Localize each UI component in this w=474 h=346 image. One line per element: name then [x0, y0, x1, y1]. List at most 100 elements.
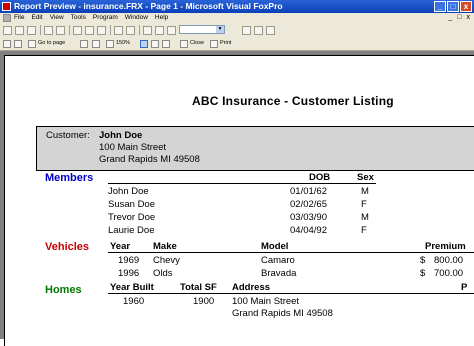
last-page-button[interactable]	[92, 37, 102, 50]
four-pages-button[interactable]	[162, 37, 172, 50]
print-preview-toolbar: Go to page 150% Close Print	[0, 37, 474, 51]
member-dob: 02/02/65	[290, 199, 327, 210]
title-bar: Report Preview - insurance.FRX - Page 1 …	[0, 0, 474, 13]
doc-window-controls: _ □ x	[448, 13, 470, 23]
window-title: Report Preview - insurance.FRX - Page 1 …	[14, 1, 283, 11]
menu-help[interactable]: Help	[155, 13, 168, 23]
customer-name: John Doe	[99, 130, 143, 141]
homes-header-rule	[108, 293, 474, 294]
app-icon	[2, 2, 11, 11]
vehicle-make: Olds	[153, 268, 173, 279]
homes-header-premium: P	[461, 282, 468, 293]
menu-view[interactable]: View	[50, 13, 64, 23]
homes-header-year-built: Year Built	[110, 282, 154, 293]
member-sex: F	[361, 225, 367, 236]
toolbar-separator	[139, 25, 140, 35]
maximize-button[interactable]: □	[447, 1, 459, 12]
one-page-button[interactable]	[140, 37, 150, 50]
vehicles-header-model: Model	[261, 241, 289, 252]
doc-close-button[interactable]: x	[467, 13, 471, 23]
next-page-button[interactable]	[80, 37, 90, 50]
vehicle-premium-currency: $	[420, 255, 426, 266]
one-page-icon	[140, 39, 148, 48]
vehicle-premium: 700.00	[434, 268, 464, 279]
standard-toolbar: ▼	[0, 23, 474, 38]
member-dob: 03/03/90	[290, 212, 327, 223]
open-icon[interactable]	[15, 25, 24, 35]
vehicles-header-rule	[108, 252, 474, 253]
members-header-rule	[108, 183, 376, 184]
undo-icon[interactable]	[114, 25, 123, 35]
data-session-icon[interactable]	[254, 25, 263, 35]
command-window-icon[interactable]	[242, 25, 251, 35]
menu-edit[interactable]: Edit	[31, 13, 42, 23]
doc-minimize-button[interactable]: _	[448, 13, 452, 23]
member-sex: F	[361, 199, 367, 210]
vehicle-year: 1969	[118, 255, 140, 266]
menu-window[interactable]: Window	[125, 13, 148, 23]
report-page: ABC Insurance - Customer Listing Custome…	[4, 55, 474, 346]
minimize-button[interactable]: _	[434, 1, 446, 12]
previous-page-icon	[14, 39, 22, 48]
paste-icon[interactable]	[97, 25, 106, 35]
redo-icon[interactable]	[126, 25, 135, 35]
doc-restore-button[interactable]: □	[457, 13, 461, 23]
goto-page-icon	[28, 39, 36, 48]
vehicles-header-premium: Premium	[425, 241, 466, 252]
two-pages-button[interactable]	[151, 37, 161, 50]
zoom-button[interactable]: 150%	[106, 37, 130, 50]
home-address-line2: Grand Rapids MI 49508	[232, 308, 333, 319]
cut-icon[interactable]	[73, 25, 82, 35]
first-page-button[interactable]	[3, 37, 13, 50]
report-title: ABC Insurance - Customer Listing	[192, 94, 394, 108]
menu-file[interactable]: File	[14, 13, 24, 23]
two-pages-icon	[151, 39, 159, 48]
member-name: Trevor Doe	[108, 212, 156, 223]
run-icon[interactable]	[143, 25, 152, 35]
member-dob: 01/01/62	[290, 186, 327, 197]
member-sex: M	[361, 212, 369, 223]
vehicle-model: Bravada	[261, 268, 297, 279]
printer-icon	[210, 39, 218, 48]
window-controls: _ □ x	[434, 1, 472, 12]
database-combo[interactable]: ▼	[179, 25, 225, 34]
member-name: John Doe	[108, 186, 149, 197]
customer-label: Customer:	[46, 130, 90, 141]
close-button[interactable]: x	[460, 1, 472, 12]
home-address-line1: 100 Main Street	[232, 296, 300, 307]
help-icon[interactable]	[266, 25, 275, 35]
goto-page-button[interactable]: Go to page	[28, 37, 65, 50]
member-name: Susan Doe	[108, 199, 156, 210]
menu-bar: File Edit View Tools Program Window Help…	[0, 13, 474, 23]
print-icon[interactable]	[44, 25, 53, 35]
new-icon[interactable]	[3, 25, 12, 35]
vehicle-make: Chevy	[153, 255, 180, 266]
vehicle-premium-currency: $	[420, 268, 426, 279]
preview-area[interactable]: ABC Insurance - Customer Listing Custome…	[0, 51, 474, 346]
toolbar-separator	[110, 25, 111, 35]
menu-program[interactable]: Program	[93, 13, 118, 23]
save-icon[interactable]	[27, 25, 36, 35]
copy-icon[interactable]	[85, 25, 94, 35]
menu-tools[interactable]: Tools	[71, 13, 86, 23]
vehicles-header-year: Year	[110, 241, 131, 252]
print-button[interactable]: Print	[210, 37, 231, 50]
vehicles-section-title: Vehicles	[45, 241, 90, 253]
members-header-sex: Sex	[357, 172, 374, 183]
homes-section-title: Homes	[45, 284, 82, 296]
chevron-down-icon[interactable]: ▼	[216, 26, 224, 33]
customer-header-box: Customer: John Doe 100 Main Street Grand…	[36, 126, 474, 171]
close-preview-button[interactable]: Close	[180, 37, 204, 50]
members-header-dob: DOB	[309, 172, 331, 183]
last-page-icon	[92, 39, 100, 48]
goto-page-label: Go to page	[38, 40, 66, 46]
modify-icon[interactable]	[155, 25, 164, 35]
prev-page-button[interactable]	[14, 37, 24, 50]
next-page-icon	[80, 39, 88, 48]
preview-icon[interactable]	[56, 25, 65, 35]
zoom-icon	[106, 39, 114, 48]
customer-address-line1: 100 Main Street	[99, 142, 167, 153]
zoom-label: 150%	[116, 40, 131, 46]
form-icon[interactable]	[167, 25, 176, 35]
member-name: Laurie Doe	[108, 225, 155, 236]
